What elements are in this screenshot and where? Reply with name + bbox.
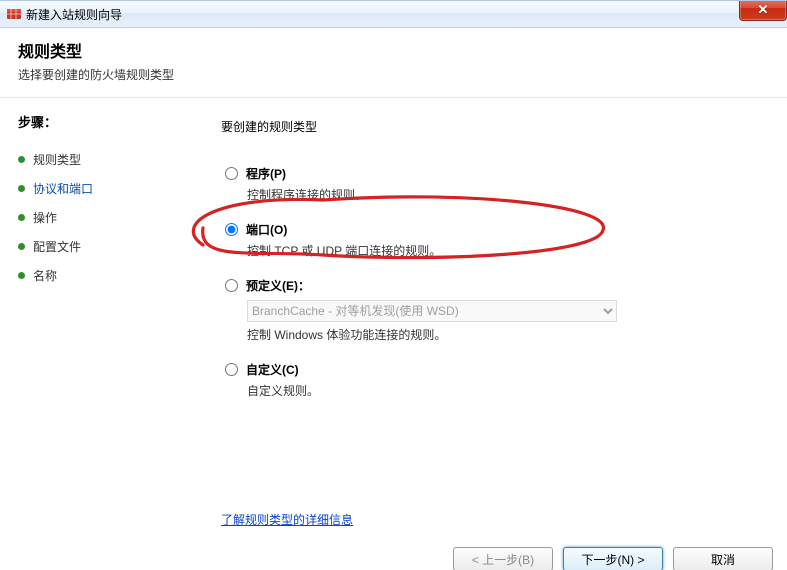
back-button[interactable]: < 上一步(B) — [453, 547, 553, 570]
content-prompt: 要创建的规则类型 — [221, 118, 765, 135]
step-action[interactable]: 操作 — [18, 203, 185, 232]
radio-port[interactable] — [225, 223, 238, 236]
option-program: 程序(P) 控制程序连接的规则。 — [221, 165, 765, 203]
step-label: 名称 — [33, 267, 57, 284]
radio-predefined[interactable] — [225, 279, 238, 292]
option-port-label: 端口(O) — [246, 221, 287, 238]
step-rule-type[interactable]: 规则类型 — [18, 145, 185, 174]
bullet-icon — [18, 185, 25, 192]
option-port: 端口(O) 控制 TCP 或 UDP 端口连接的规则。 — [221, 221, 765, 259]
option-program-desc: 控制程序连接的规则。 — [247, 186, 765, 203]
bullet-icon — [18, 214, 25, 221]
option-custom-label: 自定义(C) — [246, 361, 299, 378]
option-predefined-label: 预定义(E)： — [246, 277, 310, 294]
close-button[interactable]: ✕ — [739, 0, 787, 21]
steps-sidebar: 步骤： 规则类型 协议和端口 操作 配置文件 — [0, 98, 195, 538]
bullet-icon — [18, 272, 25, 279]
page-subtitle: 选择要创建的防火墙规则类型 — [18, 66, 769, 83]
bullet-icon — [18, 243, 25, 250]
step-label: 配置文件 — [33, 238, 81, 255]
wizard-content: 要创建的规则类型 程序(P) 控制程序连接的规则。 端口(O) 控制 TCP 或… — [195, 98, 787, 538]
bullet-icon — [18, 156, 25, 163]
close-icon: ✕ — [758, 3, 769, 16]
cancel-button[interactable]: 取消 — [673, 547, 773, 570]
wizard-header: 规则类型 选择要创建的防火墙规则类型 — [0, 28, 787, 98]
option-predefined-desc: 控制 Windows 体验功能连接的规则。 — [247, 326, 765, 343]
steps-list: 规则类型 协议和端口 操作 配置文件 名称 — [18, 145, 185, 290]
steps-label: 步骤： — [18, 112, 185, 131]
titlebar: 新建入站规则向导 ✕ — [0, 1, 787, 28]
option-predefined: 预定义(E)： BranchCache - 对等机发现(使用 WSD) 控制 W… — [221, 277, 765, 343]
option-program-label: 程序(P) — [246, 165, 286, 182]
option-custom-desc: 自定义规则。 — [247, 382, 765, 399]
window-title: 新建入站规则向导 — [26, 6, 122, 23]
radio-program[interactable] — [225, 167, 238, 180]
next-button[interactable]: 下一步(N) > — [563, 547, 663, 570]
radio-custom[interactable] — [225, 363, 238, 376]
predefined-select[interactable]: BranchCache - 对等机发现(使用 WSD) — [247, 300, 617, 322]
option-custom: 自定义(C) 自定义规则。 — [221, 361, 765, 399]
firewall-icon — [6, 6, 22, 22]
wizard-window: 新建入站规则向导 ✕ 规则类型 选择要创建的防火墙规则类型 步骤： 规则类型 协… — [0, 0, 787, 570]
step-label: 协议和端口 — [33, 180, 93, 197]
step-protocol-port[interactable]: 协议和端口 — [18, 174, 185, 203]
step-profile[interactable]: 配置文件 — [18, 232, 185, 261]
page-title: 规则类型 — [18, 38, 769, 62]
wizard-footer: < 上一步(B) 下一步(N) > 取消 — [0, 538, 787, 570]
step-label: 操作 — [33, 209, 57, 226]
option-port-desc: 控制 TCP 或 UDP 端口连接的规则。 — [247, 242, 765, 259]
wizard-body: 步骤： 规则类型 协议和端口 操作 配置文件 — [0, 98, 787, 538]
step-label: 规则类型 — [33, 151, 81, 168]
learn-more-link[interactable]: 了解规则类型的详细信息 — [221, 511, 353, 528]
step-name[interactable]: 名称 — [18, 261, 185, 290]
